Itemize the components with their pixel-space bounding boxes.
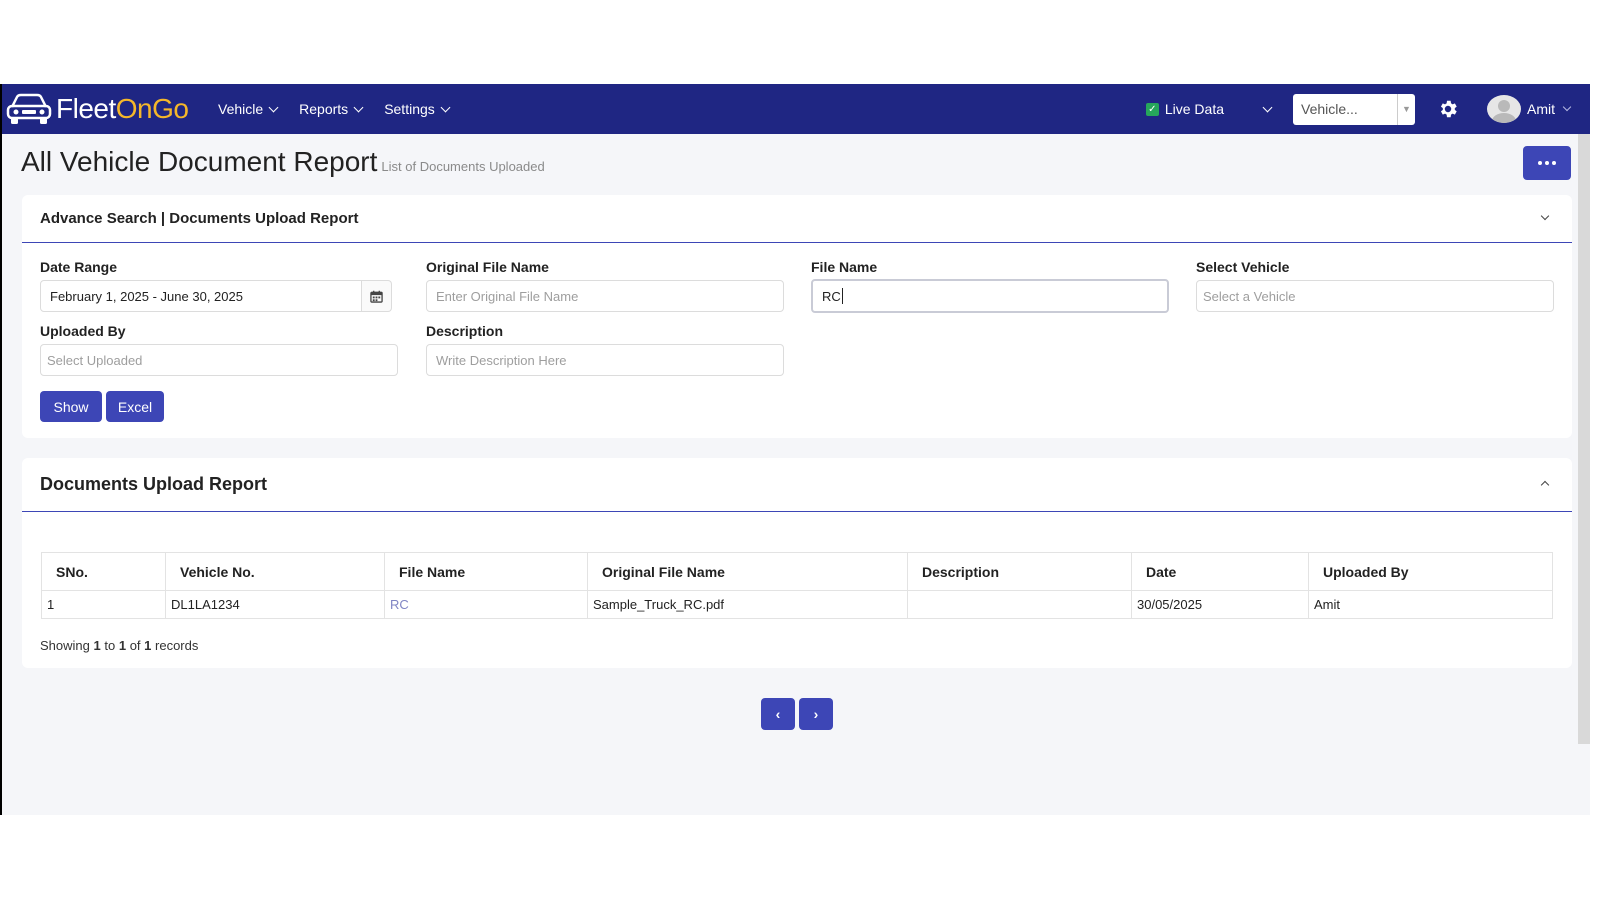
cell-file-name-link[interactable]: RC	[384, 590, 588, 619]
chevron-down-icon	[268, 102, 279, 112]
collapse-chevron-down-icon[interactable]	[1540, 211, 1550, 221]
brand-name-part2: OnGo	[115, 93, 189, 124]
more-options-button[interactable]	[1523, 146, 1571, 180]
dot-icon	[1545, 161, 1549, 165]
nav-settings-menu[interactable]: Settings	[384, 101, 451, 117]
gear-icon[interactable]	[1437, 98, 1459, 120]
column-header-original-file-name[interactable]: Original File Name	[587, 552, 908, 591]
header-tools: ✓ Live Data Vehicle... ▼ Amit	[1145, 84, 1572, 134]
text-cursor	[841, 288, 843, 304]
documents-report-header[interactable]: Documents Upload Report	[22, 458, 1572, 512]
showing-suffix: records	[155, 638, 199, 653]
vertical-scrollbar[interactable]	[1578, 134, 1590, 744]
next-page-button[interactable]: ›	[799, 698, 833, 730]
uploaded-by-select[interactable]: Select Uploaded	[40, 344, 398, 376]
showing-to-word: to	[104, 638, 116, 653]
documents-report-card: Documents Upload Report SNo. Vehicle No.…	[22, 458, 1572, 668]
select-vehicle-label: Select Vehicle	[1196, 259, 1290, 275]
live-data-toggle[interactable]: ✓ Live Data	[1145, 101, 1224, 117]
description-input[interactable]: Write Description Here	[426, 344, 784, 376]
showing-to: 1	[118, 638, 127, 653]
showing-from: 1	[93, 638, 101, 653]
advance-search-header[interactable]: Advance Search | Documents Upload Report	[22, 195, 1572, 243]
live-data-label: Live Data	[1164, 101, 1224, 117]
live-data-dropdown-chevron-icon[interactable]	[1262, 102, 1273, 112]
excel-button[interactable]: Excel	[106, 391, 164, 422]
top-navbar: FleetOnGo Vehicle Reports Settings ✓ Liv…	[2, 84, 1590, 134]
caret-down-icon[interactable]: ▼	[1397, 93, 1415, 125]
description-label: Description	[426, 323, 504, 339]
column-header-uploaded-by[interactable]: Uploaded By	[1308, 552, 1553, 591]
date-range-input[interactable]: February 1, 2025 - June 30, 2025	[40, 280, 362, 312]
nav-reports-menu[interactable]: Reports	[299, 101, 364, 117]
advance-search-title: Advance Search | Documents Upload Report	[40, 210, 359, 227]
table-header-row: SNo. Vehicle No. File Name Original File…	[41, 552, 1553, 591]
table-row: 1 DL1LA1234 RC Sample_Truck_RC.pdf 30/05…	[41, 590, 1553, 619]
app-frame: FleetOnGo Vehicle Reports Settings ✓ Liv…	[0, 84, 1590, 815]
page-title: All Vehicle Document Report	[21, 146, 378, 177]
nav-reports-label: Reports	[299, 101, 349, 117]
cell-sno: 1	[41, 590, 166, 619]
page-subtitle: List of Documents Uploaded	[381, 159, 545, 174]
calendar-icon[interactable]	[362, 280, 392, 312]
documents-report-title: Documents Upload Report	[40, 474, 268, 494]
original-file-name-label: Original File Name	[426, 259, 549, 275]
vehicle-select[interactable]: Vehicle... ▼	[1293, 93, 1415, 125]
chevron-down-icon	[440, 102, 451, 112]
select-vehicle-input[interactable]: Select a Vehicle	[1196, 280, 1554, 312]
column-header-vehicle-no[interactable]: Vehicle No.	[165, 552, 385, 591]
chevron-down-icon	[1562, 102, 1572, 112]
date-range-label: Date Range	[40, 259, 118, 275]
showing-total: 1	[144, 638, 152, 653]
brand-logo[interactable]: FleetOnGo	[6, 92, 204, 126]
page-title-row: All Vehicle Document Report List of Docu…	[21, 146, 545, 178]
cell-date: 30/05/2025	[1131, 590, 1309, 619]
column-header-file-name[interactable]: File Name	[384, 552, 588, 591]
dot-icon	[1538, 161, 1542, 165]
brand-name-part1: Fleet	[56, 93, 116, 124]
cell-original-file-name: Sample_Truck_RC.pdf	[587, 590, 908, 619]
cell-vehicle-no: DL1LA1234	[165, 590, 385, 619]
user-menu[interactable]: Amit	[1487, 95, 1572, 123]
user-name: Amit	[1527, 101, 1555, 117]
cell-description	[907, 590, 1132, 619]
original-file-name-input[interactable]: Enter Original File Name	[426, 280, 784, 312]
file-name-label: File Name	[811, 259, 878, 275]
vehicle-select-value: Vehicle...	[1301, 101, 1358, 117]
documents-table: SNo. Vehicle No. File Name Original File…	[41, 552, 1553, 619]
main-nav: Vehicle Reports Settings	[218, 101, 451, 117]
avatar	[1487, 95, 1521, 123]
showing-of-word: of	[129, 638, 141, 653]
column-header-date[interactable]: Date	[1131, 552, 1309, 591]
dot-icon	[1552, 161, 1556, 165]
file-name-value: RC	[822, 288, 841, 304]
nav-settings-label: Settings	[384, 101, 435, 117]
column-header-sno[interactable]: SNo.	[41, 552, 166, 591]
uploaded-by-label: Uploaded By	[40, 323, 126, 339]
prev-page-button[interactable]: ‹	[761, 698, 795, 730]
file-name-input[interactable]: RC	[811, 279, 1169, 313]
nav-vehicle-label: Vehicle	[218, 101, 264, 117]
show-button[interactable]: Show	[40, 391, 102, 422]
brand-name: FleetOnGo	[56, 93, 189, 125]
checkbox-checked-icon[interactable]: ✓	[1145, 102, 1159, 116]
records-summary: Showing 1 to 1 of 1 records	[40, 638, 198, 653]
advance-search-card: Advance Search | Documents Upload Report…	[22, 195, 1572, 438]
collapse-chevron-up-icon[interactable]	[1540, 480, 1550, 490]
chevron-down-icon	[353, 102, 364, 112]
showing-prefix: Showing	[40, 638, 90, 653]
nav-vehicle-menu[interactable]: Vehicle	[218, 101, 279, 117]
car-icon	[6, 93, 52, 124]
column-header-description[interactable]: Description	[907, 552, 1132, 591]
cell-uploaded-by: Amit	[1308, 590, 1553, 619]
pagination: ‹ ›	[761, 698, 833, 730]
